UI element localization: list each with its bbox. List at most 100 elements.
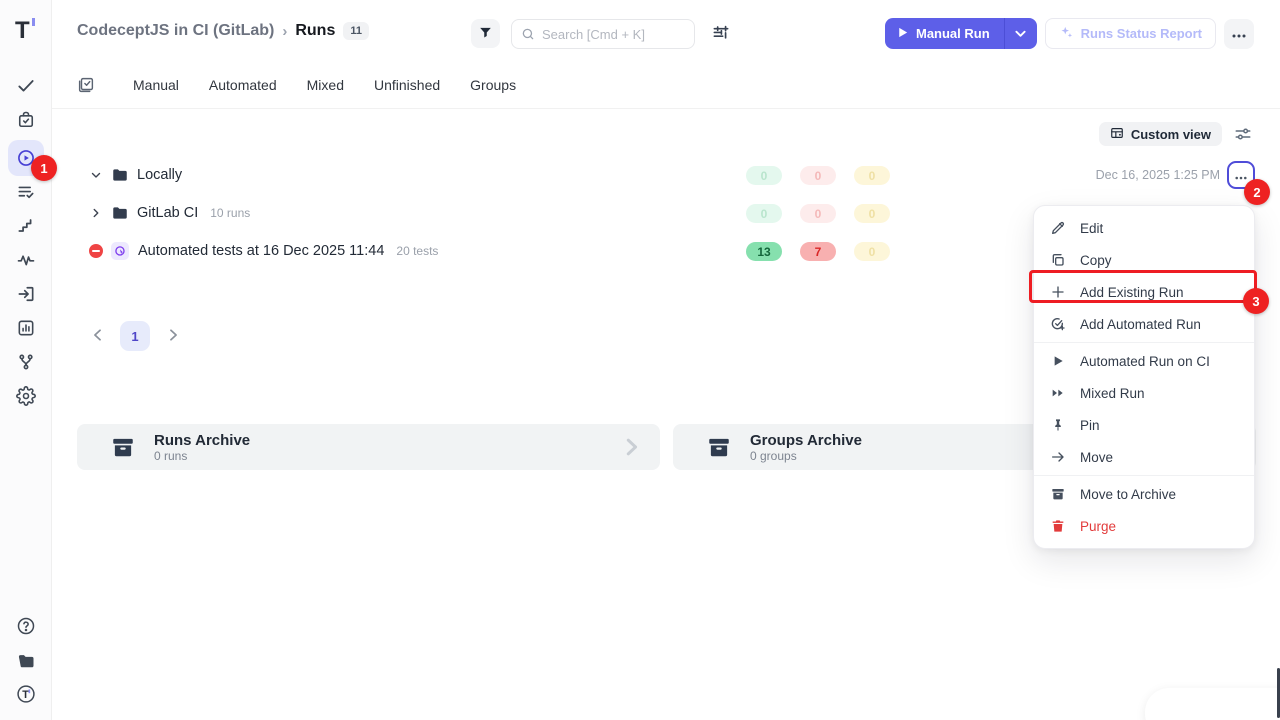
pin-icon xyxy=(1050,417,1066,433)
runs-status-report-button[interactable]: Runs Status Report xyxy=(1045,18,1216,49)
custom-view-label: Custom view xyxy=(1131,127,1211,142)
list-toolbar: Custom view xyxy=(77,109,1256,156)
chat-widget[interactable] xyxy=(1145,688,1280,720)
chevron-right-icon xyxy=(620,436,642,458)
menu-item-add-existing-run[interactable]: Add Existing Run xyxy=(1034,276,1254,308)
tab-manual[interactable]: Manual xyxy=(133,77,179,93)
chevron-down-icon xyxy=(1015,25,1026,43)
app-window: T xyxy=(0,0,1280,720)
menu-item-automated-run-on-ci[interactable]: Automated Run on CI xyxy=(1034,345,1254,377)
runs-archive-card[interactable]: Runs Archive 0 runs xyxy=(77,424,660,470)
stairs-icon[interactable] xyxy=(16,216,36,236)
header-more-button[interactable] xyxy=(1224,19,1254,49)
menu-item-label: Purge xyxy=(1080,519,1116,534)
ellipsis-icon xyxy=(1235,168,1247,183)
runs-status-report-label: Runs Status Report xyxy=(1081,26,1202,41)
previous-page-button[interactable] xyxy=(87,326,107,346)
manual-run-dropdown-button[interactable] xyxy=(1005,18,1037,49)
runs-count-badge: 11 xyxy=(343,22,369,40)
breadcrumb-separator: › xyxy=(282,23,287,40)
check-icon[interactable] xyxy=(16,76,36,96)
help-icon[interactable] xyxy=(16,616,36,636)
manual-run-split-button: Manual Run xyxy=(885,18,1037,49)
passed-count-badge: 0 xyxy=(746,204,782,223)
run-group-name[interactable]: Locally xyxy=(137,167,182,183)
page-number-button[interactable]: 1 xyxy=(120,321,150,351)
select-all-icon[interactable] xyxy=(77,76,95,94)
tab-automated[interactable]: Automated xyxy=(209,77,277,93)
folder-icon xyxy=(111,204,129,222)
filter-settings-button[interactable] xyxy=(710,22,732,44)
header-actions: Manual Run Runs Status Report xyxy=(885,18,1254,49)
menu-item-purge[interactable]: Purge xyxy=(1034,510,1254,542)
breadcrumb: CodeceptJS in CI (GitLab) › Runs 11 xyxy=(77,22,369,40)
chevron-right-icon[interactable] xyxy=(89,206,103,220)
view-settings-button[interactable] xyxy=(1234,126,1252,142)
copy-icon xyxy=(1050,252,1066,268)
plus-icon xyxy=(1050,284,1066,300)
sidebar: T xyxy=(0,0,52,720)
menu-item-label: Mixed Run xyxy=(1080,386,1145,401)
logo-circle-icon[interactable]: T xyxy=(16,684,36,704)
menu-item-copy[interactable]: Copy xyxy=(1034,244,1254,276)
breadcrumb-project[interactable]: CodeceptJS in CI (GitLab) xyxy=(77,22,274,40)
pencil-icon xyxy=(1050,220,1066,236)
custom-view-button[interactable]: Custom view xyxy=(1099,122,1222,146)
clipboard-check-icon[interactable] xyxy=(16,110,36,130)
archive-card-title: Runs Archive xyxy=(154,432,602,449)
tab-mixed[interactable]: Mixed xyxy=(307,77,344,93)
sign-in-icon[interactable] xyxy=(16,284,36,304)
bar-chart-icon[interactable] xyxy=(16,318,36,338)
menu-divider xyxy=(1034,475,1254,476)
menu-item-move-to-archive[interactable]: Move to Archive xyxy=(1034,478,1254,510)
run-name[interactable]: Automated tests at 16 Dec 2025 11:44 xyxy=(138,243,384,259)
app-logo[interactable]: T xyxy=(13,16,39,44)
failed-count-badge: 0 xyxy=(800,204,836,223)
play-icon xyxy=(898,26,908,41)
sparkles-icon xyxy=(1059,25,1074,43)
folder-icon[interactable] xyxy=(16,651,36,671)
tab-groups[interactable]: Groups xyxy=(470,77,516,93)
skipped-count-badge: 0 xyxy=(854,242,890,261)
top-header: CodeceptJS in CI (GitLab) › Runs 11 Manu… xyxy=(52,0,1280,64)
run-meta: 20 tests xyxy=(396,244,438,258)
chevron-down-icon[interactable] xyxy=(89,168,103,182)
run-group-name[interactable]: GitLab CI xyxy=(137,205,198,221)
branch-icon[interactable] xyxy=(16,352,36,372)
menu-item-mixed-run[interactable]: Mixed Run xyxy=(1034,377,1254,409)
tab-unfinished[interactable]: Unfinished xyxy=(374,77,440,93)
menu-item-label: Copy xyxy=(1080,253,1112,268)
table-gear-icon xyxy=(1110,126,1124,143)
activity-icon[interactable] xyxy=(16,250,36,270)
manual-run-button[interactable]: Manual Run xyxy=(885,18,1004,49)
list-check-icon[interactable] xyxy=(16,182,36,202)
search-input[interactable] xyxy=(542,27,685,42)
menu-item-label: Automated Run on CI xyxy=(1080,354,1210,369)
filter-button[interactable] xyxy=(471,19,500,48)
run-group-row-locally[interactable]: Locally 0 0 0 Dec 16, 2025 1:25 PM xyxy=(77,156,1256,194)
skipped-count-badge: 0 xyxy=(854,166,890,185)
gear-icon[interactable] xyxy=(16,386,36,406)
menu-divider xyxy=(1034,342,1254,343)
run-type-tabs: Manual Automated Mixed Unfinished Groups xyxy=(77,66,516,104)
menu-item-edit[interactable]: Edit xyxy=(1034,212,1254,244)
passed-count-badge: 13 xyxy=(746,242,782,261)
menu-item-add-automated-run[interactable]: Add Automated Run xyxy=(1034,308,1254,340)
archive-card-text: Runs Archive 0 runs xyxy=(154,432,602,463)
folder-icon xyxy=(111,166,129,184)
archive-card-subtitle: 0 runs xyxy=(154,449,602,463)
svg-text:T: T xyxy=(15,17,30,44)
fast-forward-icon xyxy=(1050,385,1066,401)
menu-item-move[interactable]: Move xyxy=(1034,441,1254,473)
menu-item-label: Move to Archive xyxy=(1080,487,1176,502)
passed-count-badge: 0 xyxy=(746,166,782,185)
result-badges: 13 7 0 xyxy=(746,242,890,261)
search-box[interactable] xyxy=(511,19,695,49)
chevron-right-icon xyxy=(169,329,178,344)
annotation-step-2: 2 xyxy=(1244,179,1270,205)
funnel-icon xyxy=(478,25,493,43)
next-page-button[interactable] xyxy=(163,326,183,346)
manual-run-label: Manual Run xyxy=(916,26,990,41)
menu-item-pin[interactable]: Pin xyxy=(1034,409,1254,441)
trash-icon xyxy=(1050,518,1066,534)
